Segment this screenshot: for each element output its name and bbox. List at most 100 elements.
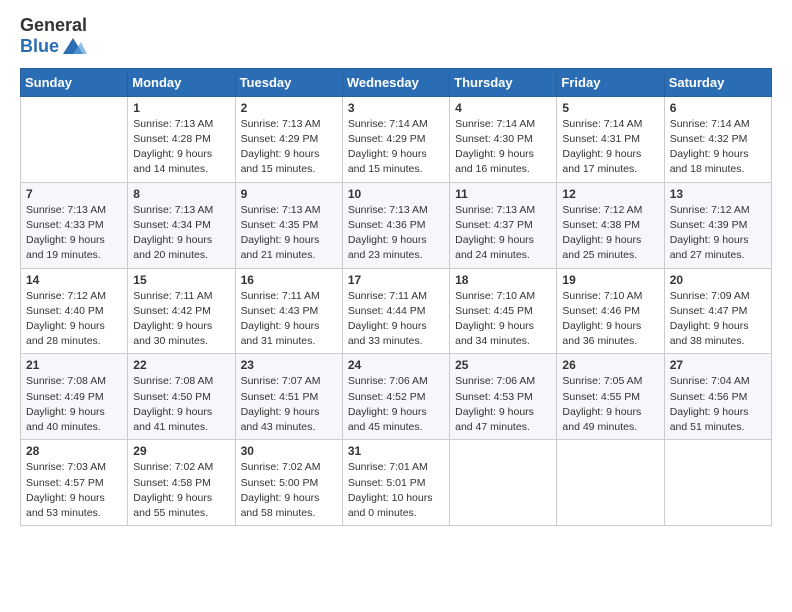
calendar-cell: 21Sunrise: 7:08 AMSunset: 4:49 PMDayligh… (21, 354, 128, 440)
sunrise-text: Sunrise: 7:11 AM (241, 290, 320, 302)
day-of-week-header: Tuesday (235, 68, 342, 96)
sunset-text: Sunset: 4:36 PM (348, 219, 426, 231)
sunset-text: Sunset: 4:29 PM (241, 133, 319, 145)
day-number: 7 (26, 187, 122, 201)
sunrise-text: Sunrise: 7:13 AM (133, 118, 213, 130)
calendar-week-row: 21Sunrise: 7:08 AMSunset: 4:49 PMDayligh… (21, 354, 772, 440)
sunset-text: Sunset: 4:38 PM (562, 219, 640, 231)
daylight-line2: and 34 minutes. (455, 335, 530, 347)
daylight-line1: Daylight: 9 hours (133, 320, 212, 332)
sunrise-text: Sunrise: 7:10 AM (562, 290, 642, 302)
daylight-line1: Daylight: 9 hours (241, 406, 320, 418)
daylight-line1: Daylight: 9 hours (241, 234, 320, 246)
day-number: 8 (133, 187, 229, 201)
day-number: 27 (670, 358, 766, 372)
sunrise-text: Sunrise: 7:01 AM (348, 461, 428, 473)
daylight-line1: Daylight: 9 hours (562, 320, 641, 332)
cell-content: Sunrise: 7:09 AMSunset: 4:47 PMDaylight:… (670, 289, 766, 350)
sunset-text: Sunset: 4:46 PM (562, 305, 640, 317)
sunset-text: Sunset: 4:45 PM (455, 305, 533, 317)
sunrise-text: Sunrise: 7:12 AM (670, 204, 750, 216)
daylight-line1: Daylight: 9 hours (455, 320, 534, 332)
daylight-line2: and 49 minutes. (562, 421, 637, 433)
daylight-line2: and 55 minutes. (133, 507, 208, 519)
sunrise-text: Sunrise: 7:08 AM (133, 375, 213, 387)
sunrise-text: Sunrise: 7:12 AM (562, 204, 642, 216)
calendar-cell: 4Sunrise: 7:14 AMSunset: 4:30 PMDaylight… (450, 96, 557, 182)
cell-content: Sunrise: 7:05 AMSunset: 4:55 PMDaylight:… (562, 374, 658, 435)
cell-content: Sunrise: 7:06 AMSunset: 4:52 PMDaylight:… (348, 374, 444, 435)
day-number: 15 (133, 273, 229, 287)
day-number: 4 (455, 101, 551, 115)
daylight-line1: Daylight: 9 hours (133, 492, 212, 504)
calendar-cell: 23 Sunrise: 7:07 AM Sunset: 4:51 PM Dayligh… (235, 354, 342, 440)
sunrise-text: Sunrise: 7:10 AM (455, 290, 535, 302)
daylight-line2: and 21 minutes. (241, 249, 316, 261)
day-number: 11 (455, 187, 551, 201)
sunset-text: Sunset: 4:58 PM (133, 477, 211, 489)
daylight-line2: and 25 minutes. (562, 249, 637, 261)
sunset-text: Sunset: 4:39 PM (670, 219, 748, 231)
sunrise-text: Sunrise: 7:05 AM (562, 375, 642, 387)
calendar-cell: 31Sunrise: 7:01 AMSunset: 5:01 PMDayligh… (342, 440, 449, 526)
cell-content: Sunrise: 7:10 AM Sunset: 4:46 PM Daylight:… (562, 289, 658, 350)
daylight-line1: Daylight: 9 hours (348, 234, 427, 246)
daylight-line1: Daylight: 9 hours (670, 406, 749, 418)
cell-content: Sunrise: 7:13 AMSunset: 4:34 PMDaylight:… (133, 203, 229, 264)
daylight-line1: Daylight: 9 hours (455, 406, 534, 418)
daylight-line2: and 30 minutes. (133, 335, 208, 347)
sunset-text: Sunset: 4:47 PM (670, 305, 748, 317)
sunrise-text: Sunrise: 7:14 AM (670, 118, 750, 130)
sunrise-text: Sunrise: 7:14 AM (562, 118, 642, 130)
cell-content: Sunrise: 7:07 AM Sunset: 4:51 PM Daylight:… (241, 374, 337, 435)
sunrise-text: Sunrise: 7:13 AM (26, 204, 106, 216)
day-number: 10 (348, 187, 444, 201)
calendar-cell: 30Sunrise: 7:02 AMSunset: 5:00 PMDayligh… (235, 440, 342, 526)
sunset-text: Sunset: 4:52 PM (348, 391, 426, 403)
calendar-cell: 18Sunrise: 7:10 AMSunset: 4:45 PMDayligh… (450, 268, 557, 354)
calendar-week-row: 7Sunrise: 7:13 AMSunset: 4:33 PMDaylight… (21, 182, 772, 268)
day-number: 13 (670, 187, 766, 201)
day-of-week-header: Wednesday (342, 68, 449, 96)
sunset-text: Sunset: 4:43 PM (241, 305, 319, 317)
daylight-line2: and 53 minutes. (26, 507, 101, 519)
calendar-cell: 6 Sunrise: 7:14 AMSunset: 4:32 PMDaylight… (664, 96, 771, 182)
calendar-header-row: SundayMondayTuesdayWednesdayThursdayFrid… (21, 68, 772, 96)
day-number: 6 (670, 101, 766, 115)
sunrise-text: Sunrise: 7:14 AM (455, 118, 535, 130)
calendar-cell: 16Sunrise: 7:11 AMSunset: 4:43 PMDayligh… (235, 268, 342, 354)
sunrise-text: Sunrise: 7:03 AM (26, 461, 106, 473)
daylight-line2: and 45 minutes. (348, 421, 423, 433)
calendar-cell: 29Sunrise: 7:02 AMSunset: 4:58 PMDayligh… (128, 440, 235, 526)
cell-content: Sunrise: 7:02 AMSunset: 5:00 PMDaylight:… (241, 460, 337, 521)
day-number: 28 (26, 444, 122, 458)
sunrise-text: Sunrise: 7:13 AM (455, 204, 535, 216)
daylight-line1: Daylight: 9 hours (670, 320, 749, 332)
daylight-line2: and 24 minutes. (455, 249, 530, 261)
daylight-line1: Daylight: 9 hours (562, 234, 641, 246)
calendar-cell: 5Sunrise: 7:14 AMSunset: 4:31 PMDaylight… (557, 96, 664, 182)
cell-content: Sunrise: 7:14 AMSunset: 4:32 PMDaylight:… (670, 117, 766, 178)
daylight-line2: and 28 minutes. (26, 335, 101, 347)
cell-content: Sunrise: 7:12 AM Sunset: 4:38 PM Daylight:… (562, 203, 658, 264)
cell-content: Sunrise: 7:11 AMSunset: 4:42 PMDaylight:… (133, 289, 229, 350)
day-number: 25 (455, 358, 551, 372)
sunrise-text: Sunrise: 7:07 AM (241, 375, 321, 387)
sunset-text: Sunset: 4:51 PM (241, 391, 319, 403)
calendar-cell: 12Sunrise: 7:12 AMSunset: 4:38 PMDayligh… (557, 182, 664, 268)
daylight-line2: and 16 minutes. (455, 163, 530, 175)
daylight-line2: and 43 minutes. (241, 421, 316, 433)
calendar-table: SundayMondayTuesdayWednesdayThursdayFrid… (20, 68, 772, 526)
day-number: 23 (241, 358, 337, 372)
calendar-cell: 7Sunrise: 7:13 AMSunset: 4:33 PMDaylight… (21, 182, 128, 268)
day-of-week-header: Monday (128, 68, 235, 96)
daylight-line1: Daylight: 9 hours (26, 234, 105, 246)
day-number: 24 (348, 358, 444, 372)
calendar-cell: 1Sunrise: 7:13 AMSunset: 4:28 PMDaylight… (128, 96, 235, 182)
daylight-line1: Daylight: 9 hours (241, 320, 320, 332)
daylight-line1: Daylight: 9 hours (348, 148, 427, 160)
calendar-cell: 19Sunrise: 7:10 AMSunset: 4:46 PMDayligh… (557, 268, 664, 354)
sunset-text: Sunset: 4:53 PM (455, 391, 533, 403)
calendar-week-row: 14Sunrise: 7:12 AMSunset: 4:40 PMDayligh… (21, 268, 772, 354)
sunset-text: Sunset: 4:37 PM (455, 219, 533, 231)
